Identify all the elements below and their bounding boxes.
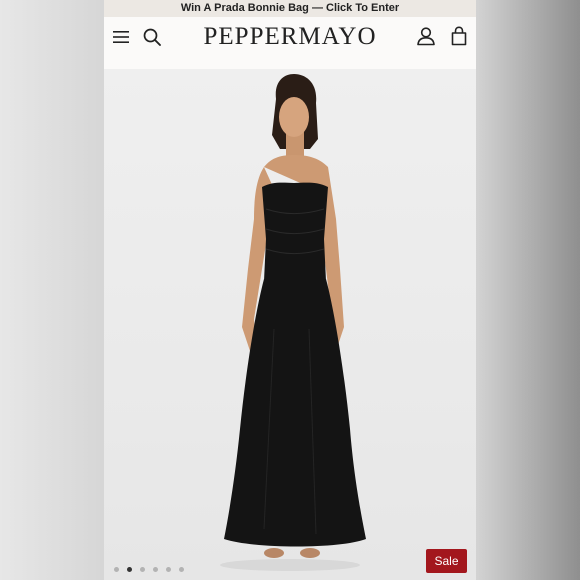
bag-icon[interactable] [450, 26, 468, 46]
sale-badge: Sale [426, 549, 467, 573]
account-icon[interactable] [416, 26, 436, 46]
carousel-dot[interactable] [179, 567, 184, 572]
menu-icon[interactable] [112, 28, 130, 46]
phone-screen: Win A Prada Bonnie Bag — Click To Enter … [104, 0, 476, 580]
search-icon[interactable] [142, 27, 162, 47]
carousel-dot[interactable] [140, 567, 145, 572]
brand-logo[interactable]: PEPPERMAYO [184, 22, 396, 52]
left-backdrop [0, 0, 104, 580]
product-image[interactable] [104, 69, 476, 580]
carousel-dot[interactable] [127, 567, 132, 572]
carousel-dot[interactable] [166, 567, 171, 572]
carousel-dots [114, 567, 184, 573]
carousel-dot[interactable] [153, 567, 158, 572]
site-header: PEPPERMAYO [104, 17, 476, 69]
carousel-dot[interactable] [114, 567, 119, 572]
right-backdrop [476, 0, 580, 580]
promo-banner[interactable]: Win A Prada Bonnie Bag — Click To Enter [104, 0, 476, 17]
model-figure [220, 74, 366, 571]
